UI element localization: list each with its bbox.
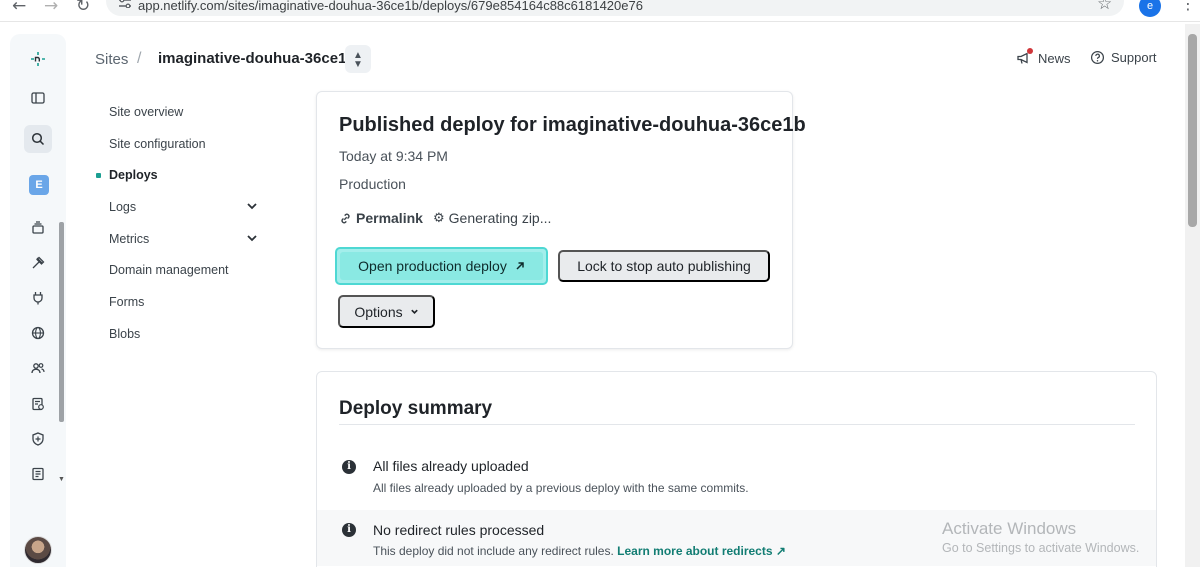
link-icon (341, 213, 350, 223)
support-link[interactable]: Support (1090, 50, 1157, 65)
learn-more-redirects-label: Learn more about redirects (617, 544, 773, 558)
news-label: News (1038, 50, 1071, 66)
subnav-label: Metrics (109, 231, 150, 246)
external-arrow-icon (516, 262, 524, 270)
sidebar-toggle-icon[interactable] (25, 85, 51, 111)
bookmark-star-icon[interactable]: ☆ (1097, 0, 1112, 14)
browser-profile-avatar[interactable]: e (1139, 0, 1161, 17)
domains-globe-icon[interactable] (25, 320, 51, 346)
summary-row-description: This deploy did not include any redirect… (373, 544, 786, 558)
summary-row-heading: No redirect rules processed (373, 522, 545, 538)
subnav-item-domain-management[interactable]: Domain management (95, 254, 275, 286)
forward-arrow-icon[interactable]: → (44, 0, 58, 16)
open-production-deploy-label: Open production deploy (358, 258, 507, 274)
permalink-label: Permalink (356, 210, 423, 226)
chevron-down-icon[interactable] (245, 199, 259, 213)
chevron-down-icon[interactable] (245, 231, 259, 245)
browser-menu-icon[interactable]: ⋮ (1180, 0, 1196, 13)
subnav-label: Site overview (109, 104, 184, 119)
docs-book-icon[interactable] (25, 461, 51, 487)
subnav-label: Site configuration (109, 136, 206, 151)
info-icon: i (342, 460, 356, 474)
options-dropdown-button[interactable]: Options (338, 295, 435, 328)
summary-row-heading: All files already uploaded (373, 458, 529, 474)
site-info-icon[interactable] (118, 0, 132, 8)
subnav-label: Blobs (109, 326, 141, 341)
megaphone-icon (1016, 48, 1033, 66)
integrations-plug-icon[interactable] (25, 285, 51, 311)
team-switcher-badge[interactable]: E (29, 175, 49, 195)
support-label: Support (1111, 50, 1157, 65)
subnav-item-blobs[interactable]: Blobs (95, 318, 275, 350)
audit-log-icon[interactable] (25, 391, 51, 417)
breadcrumb-sites-link[interactable]: Sites (95, 51, 128, 68)
subnav-item-forms[interactable]: Forms (95, 286, 275, 318)
netlify-logo-icon[interactable] (25, 46, 51, 72)
subnav-item-site-configuration[interactable]: Site configuration (95, 128, 275, 160)
breadcrumb-site-name[interactable]: imaginative-douhua-36ce1b (158, 50, 356, 67)
divider (339, 424, 1135, 425)
address-bar[interactable]: app.netlify.com/sites/imaginative-douhua… (106, 0, 1124, 16)
subnav-label: Domain management (109, 263, 229, 278)
deploy-title: Published deploy for imaginative-douhua-… (339, 114, 806, 136)
page-scrollbar-thumb[interactable] (1188, 34, 1197, 227)
zip-status: ⚙ Generating zip... (433, 210, 551, 226)
rail-scrollbar[interactable] (59, 222, 64, 422)
subnav-item-site-overview[interactable]: Site overview (95, 96, 275, 128)
subnav-label: Deploys (109, 168, 158, 183)
gear-icon: ⚙ (433, 210, 445, 226)
user-avatar[interactable] (24, 536, 52, 564)
projects-icon[interactable] (25, 215, 51, 241)
summary-row: i All files already uploaded All files a… (317, 452, 1156, 508)
members-icon[interactable] (25, 355, 51, 381)
chevron-down-icon: ▼ (353, 59, 363, 70)
activate-windows-subtitle: Go to Settings to activate Windows. (942, 541, 1140, 555)
summary-row-description-text: This deploy did not include any redirect… (373, 544, 614, 558)
subnav-item-metrics[interactable]: Metrics (95, 223, 275, 255)
subnav-label: Forms (109, 294, 145, 309)
site-switcher-button[interactable]: ▲ ▼ (345, 45, 371, 73)
open-production-deploy-inner: Open production deploy (340, 252, 543, 280)
scroll-down-arrow-icon[interactable]: ▼ (58, 476, 65, 483)
notification-dot (1027, 48, 1033, 54)
builds-hammer-icon[interactable] (25, 250, 51, 276)
url-text: app.netlify.com/sites/imaginative-douhua… (138, 0, 643, 13)
open-production-deploy-button[interactable]: Open production deploy (335, 247, 548, 285)
site-subnav: Site overview Site configuration Deploys… (95, 96, 275, 350)
icon-rail: E ▼ (10, 34, 66, 567)
deploy-context: Production (339, 176, 406, 192)
deploy-time: Today at 9:34 PM (339, 148, 448, 164)
subnav-item-logs[interactable]: Logs (95, 191, 275, 223)
breadcrumb-separator: / (137, 50, 142, 67)
lock-auto-publishing-button[interactable]: Lock to stop auto publishing (558, 250, 770, 282)
back-arrow-icon[interactable]: ← (12, 0, 26, 16)
published-deploy-card: Published deploy for imaginative-douhua-… (316, 91, 806, 349)
info-icon: i (342, 523, 356, 537)
chevron-down-icon (410, 309, 418, 314)
activate-windows-title: Activate Windows (942, 519, 1077, 538)
subnav-label: Logs (109, 199, 137, 214)
help-circle-icon (1090, 50, 1105, 65)
learn-more-redirects-link[interactable]: Learn more about redirects ↗ (617, 544, 786, 558)
options-label: Options (354, 303, 403, 320)
zip-status-label: Generating zip... (448, 210, 552, 226)
browser-toolbar: ← → ↻ app.netlify.com/sites/imaginative-… (0, 0, 1200, 22)
subnav-item-deploys[interactable]: Deploys (95, 159, 275, 191)
deploy-summary-title: Deploy summary (339, 398, 493, 419)
active-indicator (96, 173, 101, 179)
summary-row-description: All files already uploaded by a previous… (373, 481, 749, 495)
reload-icon[interactable]: ↻ (76, 0, 90, 16)
security-shield-icon[interactable] (25, 426, 51, 452)
external-arrow-icon: ↗ (775, 544, 786, 558)
permalink-link[interactable]: Permalink (339, 210, 423, 226)
news-link[interactable]: News (1016, 48, 1071, 66)
search-icon[interactable] (24, 125, 52, 153)
